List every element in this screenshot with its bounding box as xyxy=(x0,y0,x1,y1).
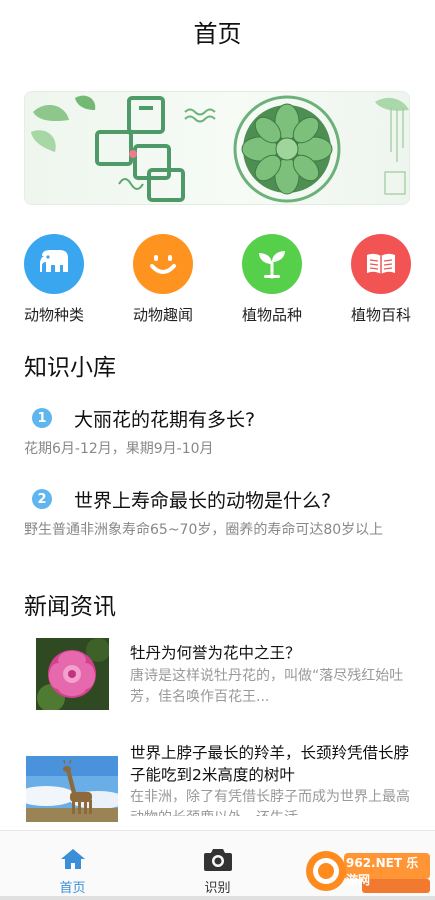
answer-text: 花期6月-12月，果期9月-10月 xyxy=(24,441,214,457)
peony-thumbnail xyxy=(36,638,109,710)
answer-text: 野生普通非洲象寿命65~70岁，圈养的寿命可达80岁以上 xyxy=(24,522,384,538)
category-label: 植物百科 xyxy=(350,306,411,324)
tab-label: 首页 xyxy=(59,881,86,896)
knowledge-item[interactable]: 1 大丽花的花期有多长? 花期6月-12月，果期9月-10月 xyxy=(24,401,414,459)
banner[interactable] xyxy=(24,91,410,205)
category-plant-varieties[interactable]: 植物品种 xyxy=(222,234,322,330)
news-item[interactable]: 牡丹为何誉为花中之王？ 唐诗是这样说牡丹花的，叫做“落尽残红始吐芳，佳名唤作百花… xyxy=(36,638,414,718)
news-title: 世界上脖子最长的羚羊，长颈羚凭借长脖子能吃到2米高度的树叶 xyxy=(130,744,410,784)
camera-icon xyxy=(203,845,233,873)
home-icon xyxy=(58,845,88,873)
question-text: 大丽花的花期有多长? xyxy=(74,408,256,431)
question-text: 世界上寿命最长的动物是什么? xyxy=(74,489,332,512)
category-animal-types[interactable]: 动物种类 xyxy=(4,234,104,330)
number-badge: 1 xyxy=(32,408,52,428)
sprout-icon xyxy=(242,234,302,294)
home-indicator xyxy=(0,896,435,900)
elephant-icon xyxy=(24,234,84,294)
news-section-title: 新闻资讯 xyxy=(24,594,116,620)
tab-home[interactable]: 首页 xyxy=(0,831,145,900)
succulent-image xyxy=(233,95,341,203)
news-item[interactable]: 世界上脖子最长的羚羊，长颈羚凭借长脖子能吃到2米高度的树叶 在非洲，除了有凭借长… xyxy=(26,742,414,822)
knowledge-section-title: 知识小库 xyxy=(24,355,116,381)
bottom-tab-bar: 首页 识别 962.NET 乐游网 xyxy=(0,830,435,900)
tab-identify[interactable]: 识别 xyxy=(145,831,290,900)
banner-illustration xyxy=(31,95,409,203)
watermark-text: 962.NET 乐游网 xyxy=(346,856,419,887)
category-animal-news[interactable]: 动物趣闻 xyxy=(113,234,213,330)
leaf-decoration-icon xyxy=(31,95,96,152)
category-row: 动物种类 动物趣闻 植物品种 植物百科 xyxy=(0,234,435,330)
banner-calligraphy xyxy=(95,96,185,202)
smiley-icon xyxy=(133,234,193,294)
wave-decoration xyxy=(184,108,216,123)
gerenuk-thumbnail xyxy=(26,756,118,822)
number-badge: 2 xyxy=(32,489,52,509)
page-title: 首页 xyxy=(193,19,242,48)
category-label: 动物种类 xyxy=(23,306,84,324)
category-plant-encyclopedia[interactable]: 植物百科 xyxy=(331,234,431,330)
title-bar: 首页 xyxy=(0,0,435,62)
watermark-logo: 962.NET 乐游网 xyxy=(302,845,432,897)
news-description: 在非洲，除了有凭借长脖子而成为世界上最高动物的长颈鹿以外，还生活 xyxy=(130,789,410,816)
category-label: 动物趣闻 xyxy=(132,306,193,324)
news-title: 牡丹为何誉为花中之王？ xyxy=(130,644,301,662)
news-description: 唐诗是这样说牡丹花的，叫做“落尽残红始吐芳，佳名唤作百花王... xyxy=(130,668,404,705)
knowledge-item[interactable]: 2 世界上寿命最长的动物是什么? 野生普通非洲象寿命65~70岁，圈养的寿命可达… xyxy=(24,482,414,540)
tab-label: 识别 xyxy=(204,881,231,896)
vertical-text-decoration xyxy=(390,108,404,162)
category-label: 植物品种 xyxy=(241,306,302,324)
book-icon xyxy=(351,234,411,294)
